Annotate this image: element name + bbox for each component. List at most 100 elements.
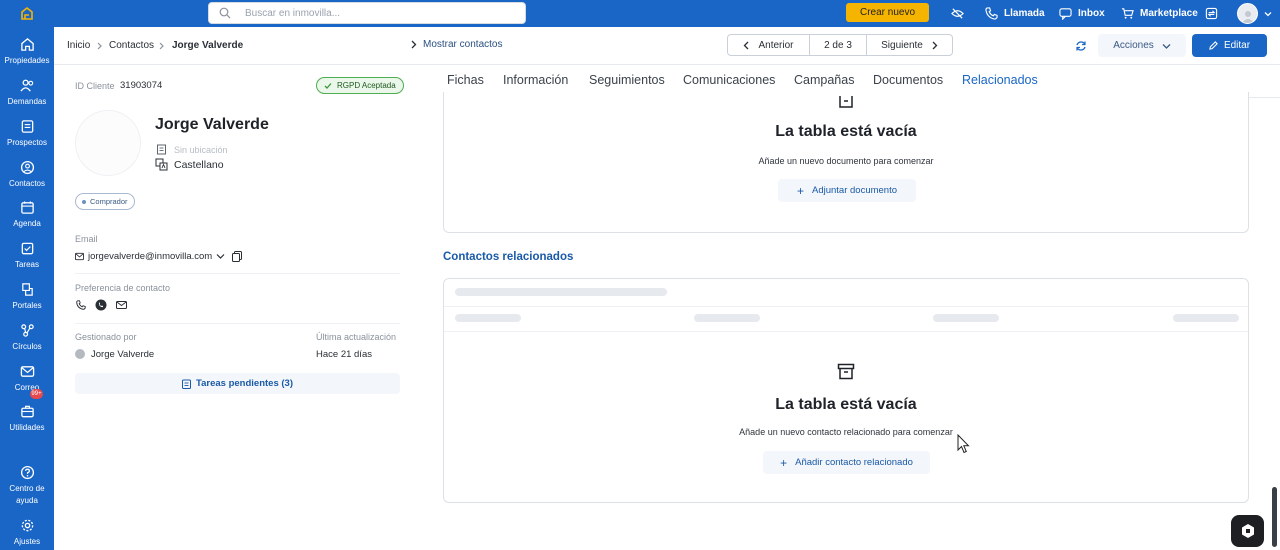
scrollbar-thumb[interactable] xyxy=(1272,487,1277,547)
related-empty-subtitle: Añade un nuevo contacto relacionado para… xyxy=(739,427,953,437)
sidebar-item-circulos[interactable]: Círculos xyxy=(0,323,54,353)
inbox-label: Inbox xyxy=(1078,8,1105,19)
divider xyxy=(444,331,1248,332)
sidebar-item-label: Ajustes xyxy=(13,537,41,546)
tab-informacion[interactable]: Información xyxy=(503,73,568,87)
sidebar-item-help[interactable]: Centro de ayuda xyxy=(0,465,54,507)
skeleton-bar xyxy=(694,314,760,322)
briefcase-icon xyxy=(20,405,34,418)
create-new-button[interactable]: Crear nuevo xyxy=(846,3,929,22)
sidebar-item-settings[interactable]: Ajustes xyxy=(0,518,54,548)
marketplace-label: Marketplace xyxy=(1140,8,1198,19)
tag-dot xyxy=(82,199,86,204)
plus-icon: + xyxy=(796,183,804,198)
pencil-icon xyxy=(1209,41,1218,50)
sidebar-item-contactos[interactable]: Contactos xyxy=(0,160,54,190)
sidebar-item-demandas[interactable]: Demandas xyxy=(0,78,54,108)
tab-fichas[interactable]: Fichas xyxy=(447,73,484,87)
search-icon xyxy=(219,7,231,19)
chevron-right-icon xyxy=(159,42,164,50)
top-bar: Crear nuevo Llamada Inbox Marketplace xyxy=(0,0,1280,27)
call-button[interactable]: Llamada xyxy=(985,0,1045,27)
sidebar-item-correo[interactable]: Correo xyxy=(0,364,54,394)
sub-header: Inicio Contactos Jorge Valverde Mostrar … xyxy=(54,27,1280,65)
breadcrumb-contactos[interactable]: Contactos xyxy=(109,40,154,51)
archive-icon xyxy=(839,96,853,108)
rgpd-label: RGPD Aceptada xyxy=(337,81,396,90)
related-empty-title: La tabla está vacía xyxy=(775,396,917,413)
switch-button[interactable] xyxy=(1205,0,1218,27)
sidebar-item-label: Círculos xyxy=(12,342,42,351)
breadcrumb-inicio[interactable]: Inicio xyxy=(67,40,90,51)
pending-tasks-button[interactable]: Tareas pendientes (3) xyxy=(75,373,400,394)
archive-icon xyxy=(837,363,855,380)
show-contacts-link[interactable]: Mostrar contactos xyxy=(410,39,502,50)
cart-icon xyxy=(1121,8,1134,19)
sidebar-item-label: Prospectos xyxy=(6,138,48,147)
sidebar-item-prospectos[interactable]: Prospectos xyxy=(0,119,54,149)
portal-icon xyxy=(21,283,33,296)
rgpd-badge: RGPD Aceptada xyxy=(316,77,404,94)
sidebar-item-propiedades[interactable]: Propiedades xyxy=(0,37,54,67)
refresh-button[interactable] xyxy=(1075,39,1087,57)
show-contacts-label: Mostrar contactos xyxy=(423,39,503,50)
language-icon xyxy=(155,158,168,171)
chat-bubble-icon xyxy=(1241,524,1254,538)
visibility-toggle[interactable] xyxy=(951,0,964,27)
tab-relacionados[interactable]: Relacionados xyxy=(962,73,1038,87)
sidebar-item-label: Contactos xyxy=(8,179,46,188)
email-value[interactable]: jorgevalverde@inmovilla.com xyxy=(88,251,212,262)
users-icon xyxy=(19,79,33,92)
documents-card: La tabla está vacía Añade un nuevo docum… xyxy=(443,92,1249,233)
sidebar-item-label: Propiedades xyxy=(4,56,50,65)
search-input[interactable] xyxy=(245,7,485,19)
inbox-button[interactable]: Inbox xyxy=(1059,0,1105,27)
buyer-tag[interactable]: Comprador xyxy=(75,193,135,210)
managed-by-value: Jorge Valverde xyxy=(91,349,155,360)
logo-icon xyxy=(21,6,33,20)
attach-document-label: Adjuntar documento xyxy=(811,185,898,196)
tab-seguimientos[interactable]: Seguimientos xyxy=(589,73,665,87)
actions-dropdown[interactable]: Acciones xyxy=(1098,34,1186,57)
contact-summary-panel: ID Cliente 31903074 RGPD Aceptada Jorge … xyxy=(54,65,420,550)
sidebar-item-utilidades[interactable]: Utilidades xyxy=(0,404,54,434)
whatsapp-icon[interactable] xyxy=(95,299,107,311)
contact-name: Jorge Valverde xyxy=(155,116,269,133)
tab-campanas[interactable]: Campañas xyxy=(794,73,854,87)
home-icon xyxy=(20,38,34,51)
add-related-contact-button[interactable]: + Añadir contacto relacionado xyxy=(763,451,930,474)
pending-tasks-label: Tareas pendientes (3) xyxy=(196,378,293,389)
previous-button[interactable]: Anterior xyxy=(728,35,810,55)
user-menu[interactable] xyxy=(1237,0,1272,27)
mail-icon xyxy=(75,252,84,261)
manager-avatar xyxy=(75,349,85,359)
chevron-down-icon[interactable] xyxy=(216,253,225,260)
copy-icon[interactable] xyxy=(232,251,242,262)
preference-label: Preferencia de contacto xyxy=(75,283,171,293)
contact-avatar[interactable] xyxy=(75,110,141,176)
skeleton-bar xyxy=(455,314,521,322)
marketplace-button[interactable]: Marketplace xyxy=(1121,0,1198,27)
sidebar-item-agenda[interactable]: Agenda xyxy=(0,200,54,230)
search-box[interactable] xyxy=(208,2,526,24)
client-id-value: 31903074 xyxy=(120,80,163,91)
divider xyxy=(75,323,400,324)
next-button[interactable]: Siguiente xyxy=(867,35,952,55)
sidebar-item-label: Agenda xyxy=(13,219,41,228)
calendar-icon xyxy=(20,201,34,214)
mail-icon[interactable] xyxy=(116,300,127,310)
phone-icon[interactable] xyxy=(76,300,86,310)
related-contacts-card: La tabla está vacía Añade un nuevo conta… xyxy=(443,278,1249,503)
location-value: Sin ubicación xyxy=(174,145,228,155)
sidebar-item-portales[interactable]: Portales xyxy=(0,282,54,312)
app-logo[interactable] xyxy=(0,0,54,27)
edit-button[interactable]: Editar xyxy=(1192,34,1267,57)
tab-documentos[interactable]: Documentos xyxy=(873,73,943,87)
actions-label: Acciones xyxy=(1113,40,1154,51)
task-icon xyxy=(21,242,33,255)
tab-comunicaciones[interactable]: Comunicaciones xyxy=(683,73,775,87)
sidebar-item-tareas[interactable]: Tareas xyxy=(0,241,54,271)
record-pager: Anterior 2 de 3 Siguiente xyxy=(727,34,953,56)
attach-document-button[interactable]: + Adjuntar documento xyxy=(778,179,916,202)
chat-widget-button[interactable] xyxy=(1231,515,1264,547)
